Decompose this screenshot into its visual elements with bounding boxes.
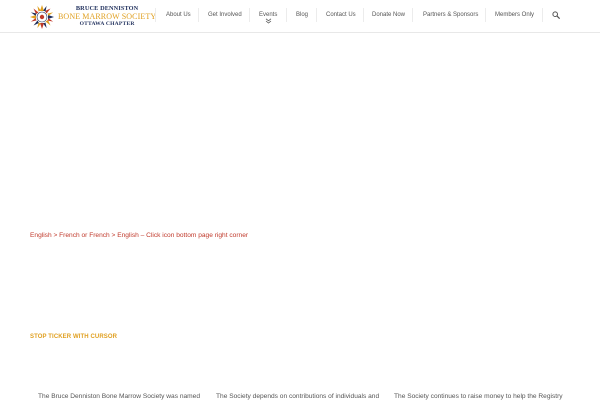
ticker-item[interactable]: The Society continues to raise money to …	[394, 393, 594, 400]
news-ticker[interactable]: The Bruce Denniston Bone Marrow Society …	[0, 393, 600, 400]
nav-separator	[412, 8, 413, 22]
language-toggle-note: English > French or French > English – C…	[30, 232, 249, 239]
nav-separator	[485, 8, 486, 22]
nav-separator	[155, 8, 156, 22]
nav-separator	[542, 8, 543, 22]
stop-ticker-label[interactable]: STOP TICKER WITH CURSOR	[30, 334, 117, 340]
nav-item-about-us[interactable]: About Us	[166, 12, 191, 18]
nav-item-members-only[interactable]: Members Only	[495, 12, 534, 18]
ticker-item[interactable]: The Bruce Denniston Bone Marrow Society …	[38, 393, 208, 400]
ticker-item[interactable]: The Society depends on contributions of …	[216, 393, 386, 400]
search-icon[interactable]	[552, 11, 560, 19]
nav-separator	[249, 8, 250, 22]
nav-separator	[363, 8, 364, 22]
chevron-down-icon	[265, 18, 272, 24]
nav-item-get-involved[interactable]: Get Involved	[208, 12, 242, 18]
page: BRUCE DENNISTON BONE MARROW SOCIETY OTTA…	[0, 0, 600, 400]
nav-separator	[198, 8, 199, 22]
site-header: BRUCE DENNISTON BONE MARROW SOCIETY OTTA…	[0, 0, 600, 33]
main-nav: About Us Get Involved Events Blog Contac…	[0, 0, 600, 32]
nav-separator	[316, 8, 317, 22]
nav-item-contact-us[interactable]: Contact Us	[326, 12, 356, 18]
nav-item-partners-sponsors[interactable]: Partners & Sponsors	[423, 12, 478, 18]
nav-separator	[286, 8, 287, 22]
nav-item-blog[interactable]: Blog	[296, 12, 308, 18]
nav-item-donate-now[interactable]: Donate Now	[372, 12, 405, 18]
